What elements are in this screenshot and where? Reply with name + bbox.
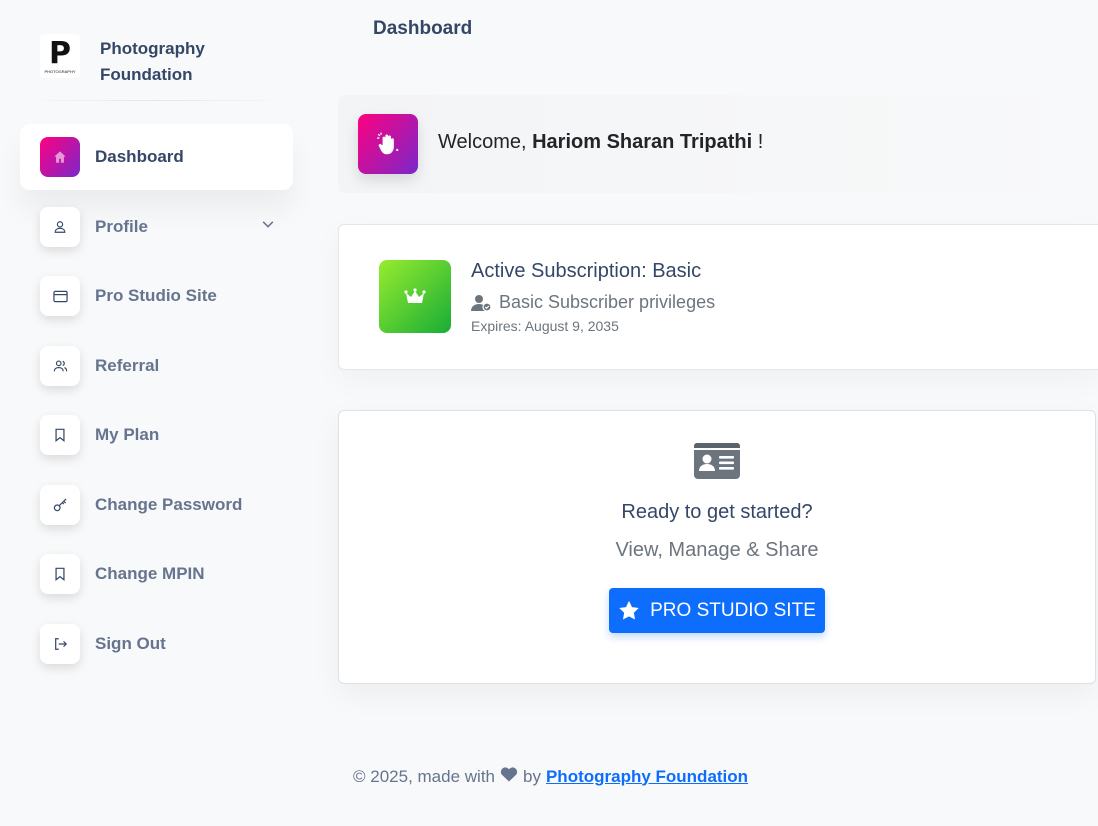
bookmark-icon [40, 554, 80, 594]
brand-logo: P PHOTOGRAPHY [40, 34, 80, 78]
get-started-subheading: View, Manage & Share [615, 539, 819, 561]
welcome-prefix: Welcome, [438, 131, 527, 153]
chevron-down-icon[interactable] [261, 217, 275, 236]
footer-prefix: © 2025, made with [353, 766, 495, 786]
subscription-expiry: Expires: August 9, 2035 [471, 318, 619, 334]
waving-hand-icon [358, 114, 418, 174]
subscription-title: Active Subscription: Basic [471, 260, 702, 282]
sidebar-item-label: Referral [95, 355, 160, 375]
id-card-icon [694, 443, 740, 484]
bookmark-icon [40, 415, 80, 455]
sidebar-divider [20, 100, 292, 101]
user-name: Hariom Sharan Tripathi [532, 131, 753, 153]
sidebar-item-label: Profile [95, 216, 148, 236]
sidebar-item-my-plan[interactable]: My Plan [20, 402, 293, 468]
sidebar-item-pro-studio-site[interactable]: Pro Studio Site [20, 263, 293, 329]
sidebar-item-referral[interactable]: Referral [20, 333, 293, 399]
get-started-card: Ready to get started? View, Manage & Sha… [338, 410, 1096, 684]
welcome-suffix: ! [757, 131, 764, 153]
subscription-privileges: Basic Subscriber privileges [471, 292, 715, 313]
crown-icon [379, 260, 451, 333]
footer-link[interactable]: Photography Foundation [546, 767, 748, 787]
sidebar-item-profile[interactable]: Profile [20, 194, 293, 260]
page-title: Dashboard [373, 18, 473, 39]
users-icon [40, 345, 80, 386]
subscription-card: Active Subscription: Basic Basic Subscri… [338, 224, 1098, 370]
user-badge-icon [471, 294, 492, 312]
sidebar: P PHOTOGRAPHY Photography Foundation Das… [0, 0, 310, 826]
user-icon [40, 206, 80, 247]
sidebar-item-label: My Plan [95, 425, 160, 444]
brand-name: Photography Foundation [100, 36, 205, 88]
sidebar-item-label: Sign Out [95, 633, 166, 653]
home-icon [40, 137, 80, 177]
sidebar-item-change-password[interactable]: Change Password [20, 472, 293, 538]
sidebar-item-label: Dashboard [95, 147, 184, 166]
sidebar-item-label: Pro Studio Site [95, 286, 217, 305]
sidebar-item-change-mpin[interactable]: Change MPIN [20, 541, 293, 607]
key-icon [40, 484, 80, 525]
get-started-heading: Ready to get started? [621, 501, 813, 523]
sidebar-item-label: Change MPIN [95, 564, 205, 583]
star-icon [619, 600, 639, 620]
footer: © 2025, made with by Photography Foundat… [353, 766, 748, 787]
sidebar-item-dashboard[interactable]: Dashboard [20, 124, 293, 190]
heart-icon [500, 766, 518, 787]
brand-name-line2: Foundation [100, 65, 193, 84]
brand-name-line1: Photography [100, 39, 205, 58]
brand[interactable]: P PHOTOGRAPHY Photography Foundation [40, 34, 205, 88]
credit-card-icon [40, 276, 80, 316]
sidebar-item-label: Change Password [95, 494, 243, 514]
pro-studio-site-button-label: PRO STUDIO SITE [650, 599, 816, 621]
sidebar-item-sign-out[interactable]: Sign Out [20, 611, 293, 677]
welcome-banner: Welcome, Hariom Sharan Tripathi ! [338, 95, 1098, 193]
sign-out-icon [40, 623, 80, 664]
sidebar-nav: Dashboard Profile Pro Studio Site Referr… [20, 124, 293, 680]
pro-studio-site-button[interactable]: PRO STUDIO SITE [609, 588, 825, 633]
logo-caption: PHOTOGRAPHY [44, 68, 76, 74]
logo-letter: P [49, 35, 71, 71]
footer-by: by [523, 766, 541, 786]
welcome-message: Welcome, Hariom Sharan Tripathi ! [438, 131, 763, 154]
privileges-text: Basic Subscriber privileges [499, 292, 716, 312]
